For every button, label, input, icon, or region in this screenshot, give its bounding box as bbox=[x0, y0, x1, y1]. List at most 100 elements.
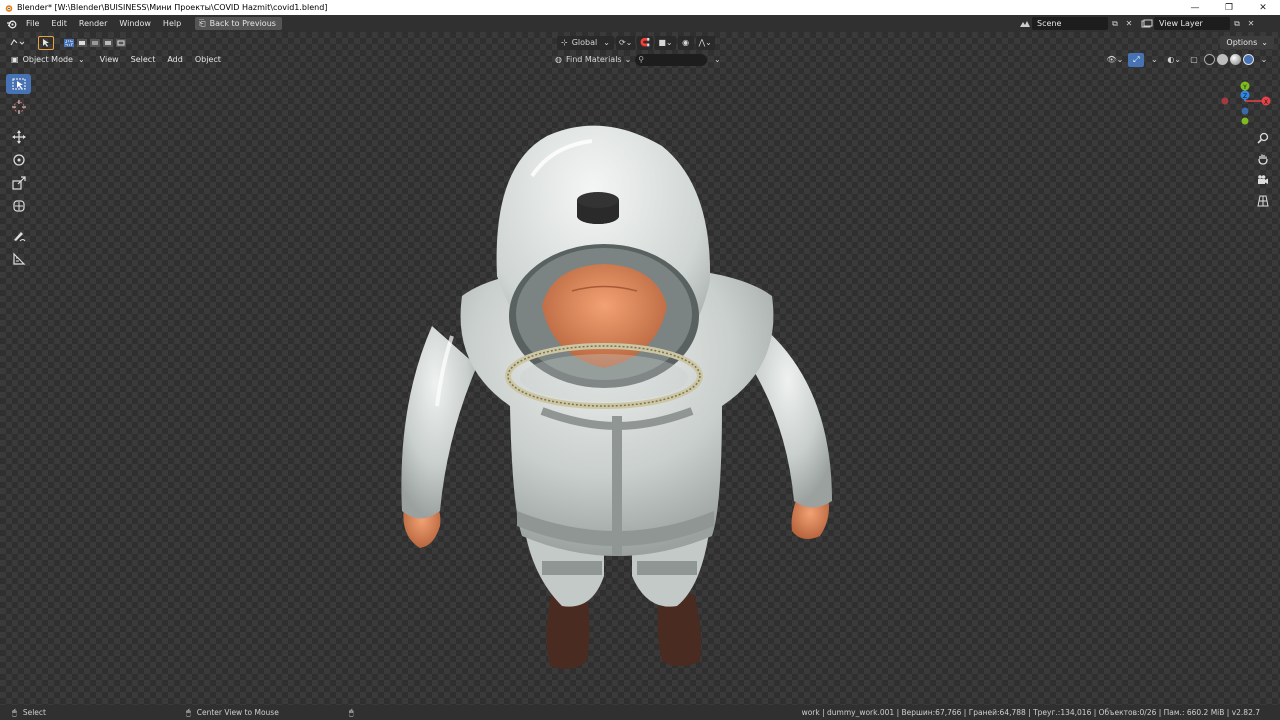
gizmo-dropdown-icon[interactable]: ⌄ bbox=[1146, 53, 1162, 67]
menu-window[interactable]: Window bbox=[113, 15, 157, 32]
gizmo-z-label: Z bbox=[1243, 93, 1247, 100]
scene-statistics: work | dummy_work.001 | Вершин:67,766 | … bbox=[801, 708, 1260, 717]
back-to-previous-button[interactable]: ⎗ Back to Previous bbox=[195, 17, 282, 30]
minimize-button[interactable]: — bbox=[1178, 0, 1212, 15]
gizmo-x-label: X bbox=[1264, 99, 1268, 106]
screen-back-icon: ⎗ bbox=[199, 18, 206, 28]
new-scene-icon[interactable]: ⧉ bbox=[1108, 17, 1122, 30]
scene-icon[interactable] bbox=[1018, 17, 1032, 30]
delete-view-layer-icon[interactable]: ✕ bbox=[1244, 17, 1258, 30]
status-select-label: Select bbox=[22, 708, 46, 717]
menu-render[interactable]: Render bbox=[73, 15, 113, 32]
cursor-tool-icon[interactable] bbox=[6, 97, 31, 117]
menu-add[interactable]: Add bbox=[161, 55, 189, 64]
status-right-mouse-hint: 🖱 bbox=[337, 708, 360, 718]
chevron-down-icon: ⌄ bbox=[77, 55, 85, 64]
menu-object[interactable]: Object bbox=[189, 55, 227, 64]
navigation-gizmo[interactable]: Y X Z bbox=[1218, 76, 1274, 126]
window-title: Blender* [W:\Blender\BUISINESS\Мини Прое… bbox=[17, 3, 328, 12]
gizmo-y-label: Y bbox=[1242, 84, 1247, 91]
search-icon: ⚲ bbox=[638, 55, 645, 64]
proportional-edit-icon[interactable]: ◉ bbox=[677, 35, 694, 50]
perspective-toggle-icon[interactable] bbox=[1255, 193, 1271, 209]
overlays-toggle-icon[interactable]: ◐⌄ bbox=[1164, 53, 1184, 67]
delete-scene-icon[interactable]: ✕ bbox=[1122, 17, 1136, 30]
status-bar: 🖱 Select 🖱 Center View to Mouse 🖱 work |… bbox=[0, 705, 1280, 720]
mouse-left-icon: 🖱 bbox=[12, 707, 17, 717]
left-toolbar bbox=[6, 74, 32, 269]
3d-viewport[interactable]: ⊹ Global ⌄ ⟳⌄ 🧲 ■⌄ ◉ ⋀⌄ Options ⌄ ▣ Obje… bbox=[0, 32, 1280, 705]
search-options-icon[interactable]: ⌄ bbox=[709, 53, 725, 67]
view-layer-icon[interactable] bbox=[1140, 17, 1154, 30]
viewport-tool-header: ⊹ Global ⌄ ⟳⌄ 🧲 ■⌄ ◉ ⋀⌄ Options ⌄ bbox=[0, 34, 1280, 51]
chevron-down-icon: ⌄ bbox=[1261, 38, 1268, 47]
view-layer-name: View Layer bbox=[1159, 19, 1203, 28]
move-tool-icon[interactable] bbox=[6, 127, 31, 147]
material-shading-icon[interactable] bbox=[1230, 54, 1241, 65]
xray-toggle-icon[interactable]: ▢ bbox=[1186, 53, 1202, 67]
orientation-label: Global bbox=[571, 38, 598, 47]
view-layer-field[interactable]: View Layer bbox=[1154, 17, 1230, 30]
object-mode-dropdown[interactable]: ▣ Object Mode ⌄ bbox=[6, 53, 90, 67]
pan-hand-icon[interactable] bbox=[1255, 151, 1271, 167]
rendered-shading-icon[interactable] bbox=[1243, 54, 1254, 65]
scene-selector-group: Scene ⧉ ✕ View Layer ⧉ ✕ bbox=[1018, 16, 1258, 31]
mouse-right-icon: 🖱 bbox=[348, 707, 354, 717]
blender-logo-icon[interactable] bbox=[2, 15, 20, 32]
new-view-layer-icon[interactable]: ⧉ bbox=[1230, 17, 1244, 30]
scene-name: Scene bbox=[1037, 19, 1062, 28]
back-to-previous-label: Back to Previous bbox=[209, 19, 276, 28]
find-materials-group: ◍ Find Materials ⌄ ⚲ ⌄ bbox=[553, 53, 725, 67]
search-input[interactable]: ⚲ bbox=[635, 53, 708, 66]
chevron-down-icon: ⌄ bbox=[603, 38, 610, 47]
camera-view-icon[interactable] bbox=[1255, 172, 1271, 188]
menu-help[interactable]: Help bbox=[157, 15, 187, 32]
selection-mode-icons[interactable] bbox=[60, 36, 130, 50]
menu-file[interactable]: File bbox=[20, 15, 45, 32]
menu-edit[interactable]: Edit bbox=[45, 15, 73, 32]
annotate-tool-icon[interactable] bbox=[6, 226, 31, 246]
select-box-tool[interactable] bbox=[6, 74, 31, 94]
mouse-middle-icon: 🖱 bbox=[185, 707, 191, 717]
shading-dropdown-icon[interactable]: ⌄ bbox=[1256, 53, 1272, 67]
material-icon: ◍ bbox=[555, 55, 562, 64]
menu-view[interactable]: View bbox=[94, 55, 125, 64]
window-titlebar: Blender* [W:\Blender\BUISINESS\Мини Прое… bbox=[0, 0, 1280, 15]
transform-orientation-dropdown[interactable]: ⊹ Global ⌄ bbox=[557, 35, 614, 50]
transform-tool-icon[interactable] bbox=[6, 196, 31, 216]
editor-type-icon[interactable] bbox=[6, 36, 28, 50]
gizmo-toggle-icon[interactable]: ⤢ bbox=[1128, 52, 1145, 67]
hazmat-figure-model bbox=[401, 125, 832, 670]
navigation-controls bbox=[1255, 130, 1271, 209]
find-materials-dropdown[interactable]: ◍ Find Materials ⌄ bbox=[553, 53, 633, 67]
orientation-icon: ⊹ bbox=[561, 38, 568, 47]
status-select-hint: 🖱 Select bbox=[0, 708, 46, 718]
menu-select[interactable]: Select bbox=[125, 55, 162, 64]
maximize-button[interactable]: ❐ bbox=[1212, 0, 1246, 15]
viewport-menu-header: ▣ Object Mode ⌄ View Select Add Object ◍… bbox=[0, 51, 1280, 68]
snap-toggle-icon[interactable]: 🧲 bbox=[637, 35, 654, 50]
visibility-icon[interactable]: 👁⌄ bbox=[1103, 53, 1126, 67]
top-menu-bar: File Edit Render Window Help ⎗ Back to P… bbox=[0, 15, 1280, 32]
zoom-icon[interactable] bbox=[1255, 130, 1271, 146]
measure-tool-icon[interactable] bbox=[6, 249, 31, 269]
scene-name-field[interactable]: Scene bbox=[1032, 17, 1108, 30]
rotate-tool-icon[interactable] bbox=[6, 150, 31, 170]
find-materials-label: Find Materials bbox=[565, 55, 622, 64]
blender-app-icon bbox=[3, 3, 13, 13]
viewport-shading-controls: 👁⌄ ⤢ ⌄ ◐⌄ ▢ ⌄ bbox=[1103, 52, 1272, 67]
options-dropdown[interactable]: Options ⌄ bbox=[1220, 36, 1274, 49]
falloff-icon[interactable]: ⋀⌄ bbox=[695, 35, 715, 50]
solid-shading-icon[interactable] bbox=[1217, 54, 1228, 65]
wireframe-shading-icon[interactable] bbox=[1204, 54, 1215, 65]
select-tool-active-icon[interactable] bbox=[38, 35, 54, 50]
object-mode-label: Object Mode bbox=[22, 55, 73, 64]
close-button[interactable]: ✕ bbox=[1246, 0, 1280, 15]
chevron-down-icon: ⌄ bbox=[624, 55, 632, 64]
options-label: Options bbox=[1226, 38, 1258, 47]
snap-target-icon[interactable]: ■⌄ bbox=[655, 35, 676, 50]
transform-controls: ⊹ Global ⌄ ⟳⌄ 🧲 ■⌄ ◉ ⋀⌄ bbox=[557, 35, 715, 50]
pivot-point-icon[interactable]: ⟳⌄ bbox=[615, 35, 636, 50]
status-center-view-hint: 🖱 Center View to Mouse bbox=[174, 708, 279, 718]
scale-tool-icon[interactable] bbox=[6, 173, 31, 193]
